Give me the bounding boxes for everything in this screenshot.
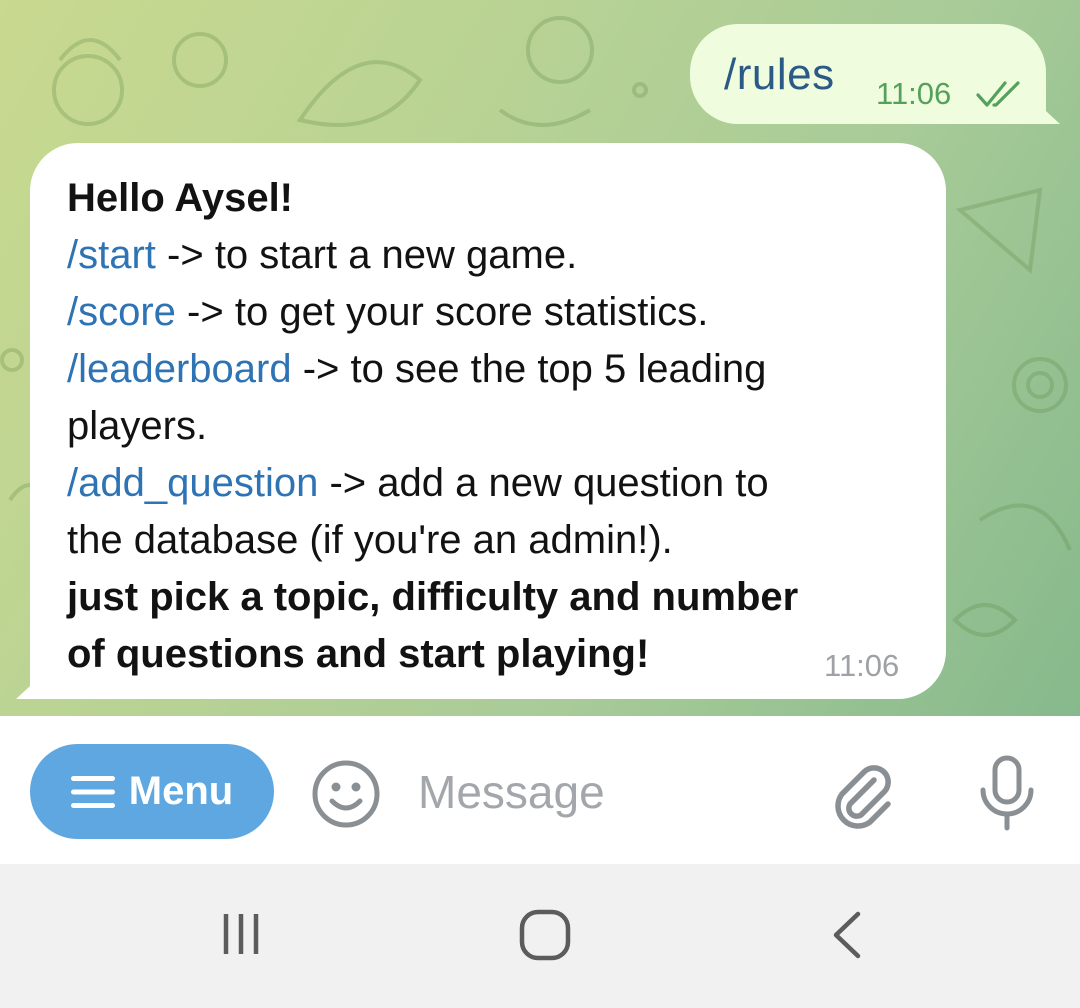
- command-link-leaderboard[interactable]: /leaderboard: [67, 347, 292, 391]
- double-check-icon: [976, 81, 1020, 107]
- outgoing-message-bubble[interactable]: /rules 11:06: [690, 24, 1046, 124]
- command-continuation: players.: [67, 404, 208, 448]
- command-line-add-question: /add_question -> add a new question to: [67, 455, 917, 512]
- command-line-start: /start -> to start a new game.: [67, 227, 917, 284]
- outgoing-message-time: 11:06: [876, 76, 952, 111]
- message-input[interactable]: [418, 760, 808, 824]
- menu-button[interactable]: Menu: [30, 744, 274, 839]
- command-link-add-question[interactable]: /add_question: [67, 461, 318, 505]
- command-description: -> to see the top 5 leading: [291, 347, 767, 391]
- hamburger-icon: [70, 775, 115, 808]
- command-line-leaderboard: /leaderboard -> to see the top 5 leading: [67, 341, 917, 398]
- command-description: -> to start a new game.: [155, 233, 578, 277]
- telegram-chat-screen: /rules 11:06 Hello Aysel! /start -> to s…: [0, 0, 1080, 1008]
- microphone-icon[interactable]: [975, 754, 1039, 834]
- command-link-score[interactable]: /score: [67, 290, 176, 334]
- command-description: -> add a new question to: [318, 461, 769, 505]
- closing-line-1: just pick a topic, difficulty and number: [67, 575, 799, 619]
- menu-button-label: Menu: [128, 769, 234, 813]
- command-line-score: /score -> to get your score statistics.: [67, 284, 917, 341]
- chat-area[interactable]: /rules 11:06 Hello Aysel! /start -> to s…: [0, 0, 1080, 716]
- back-icon[interactable]: [828, 910, 868, 960]
- recent-apps-icon[interactable]: [216, 910, 268, 958]
- command-continuation: the database (if you're an admin!).: [67, 518, 673, 562]
- outgoing-message-text: /rules: [724, 50, 835, 99]
- message-input-bar: Menu: [0, 716, 1080, 864]
- system-navigation-bar: [0, 864, 1080, 1008]
- smiley-icon[interactable]: [310, 758, 382, 830]
- incoming-message-time: 11:06: [824, 648, 900, 683]
- command-link-start[interactable]: /start: [67, 233, 156, 277]
- incoming-message-body: Hello Aysel! /start -> to start a new ga…: [67, 170, 917, 683]
- greeting-text: Hello Aysel!: [67, 176, 293, 220]
- closing-line-2: of questions and start playing!: [67, 632, 650, 676]
- incoming-message-bubble[interactable]: Hello Aysel! /start -> to start a new ga…: [30, 143, 946, 699]
- home-icon[interactable]: [518, 908, 572, 962]
- paperclip-icon[interactable]: [830, 758, 894, 830]
- command-description: -> to get your score statistics.: [175, 290, 709, 334]
